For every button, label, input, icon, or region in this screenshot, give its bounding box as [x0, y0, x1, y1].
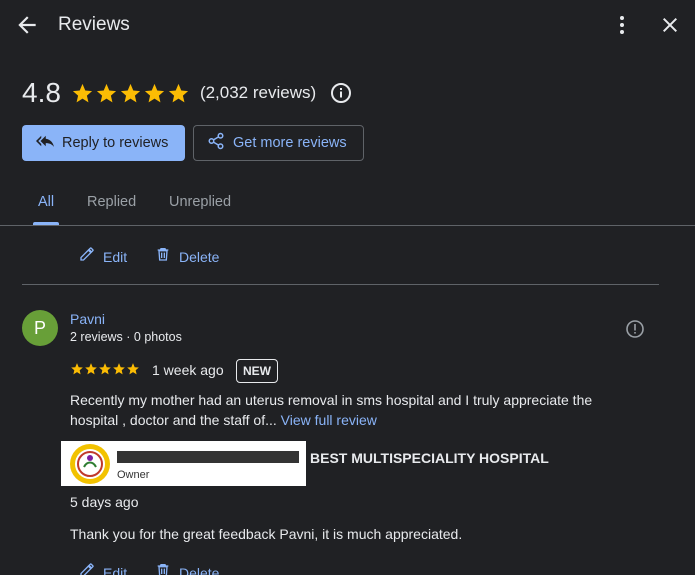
delete-label: Delete: [179, 564, 220, 575]
rating-summary: 4.8 (2,032 reviews): [22, 76, 352, 110]
avatar[interactable]: P: [22, 310, 58, 346]
reply-all-icon: [36, 132, 54, 155]
page-title: Reviews: [58, 14, 130, 35]
rating-stars: [71, 82, 190, 105]
redacted-business-name: [117, 451, 299, 463]
tab-unreplied[interactable]: Unreplied: [169, 194, 231, 210]
tab-all[interactable]: All: [38, 194, 54, 210]
review-divider: [22, 284, 659, 285]
review-count: (2,032 reviews): [199, 83, 317, 102]
edit-icon: [79, 562, 95, 575]
active-tab-indicator: [33, 222, 59, 225]
close-icon[interactable]: [658, 13, 682, 37]
average-rating: 4.8: [22, 77, 61, 108]
trash-icon: [155, 562, 171, 575]
star-icon: [168, 83, 189, 102]
star-icon: [72, 83, 93, 102]
share-icon: [207, 132, 225, 155]
star-icon: [120, 83, 141, 102]
delete-reply-button[interactable]: Delete: [155, 562, 219, 575]
star-icon: [96, 83, 117, 102]
star-icon: [144, 83, 165, 102]
star-icon: [71, 363, 83, 375]
edit-label: Edit: [103, 248, 128, 265]
info-icon[interactable]: [330, 82, 352, 104]
owner-business-name: BEST MULTISPECIALITY HOSPITAL: [310, 450, 549, 466]
view-full-review-link[interactable]: View full review: [281, 412, 377, 428]
more-vert-icon[interactable]: [612, 13, 632, 37]
top-bar: Reviews: [0, 0, 695, 50]
review-stars: [70, 362, 140, 376]
edit-reply-button[interactable]: Edit: [79, 246, 127, 267]
star-icon: [99, 363, 111, 375]
new-badge: NEW: [236, 359, 278, 383]
reviewer-name[interactable]: Pavni: [70, 311, 105, 327]
star-icon: [113, 363, 125, 375]
reviewer-meta: 2 reviews · 0 photos: [70, 330, 182, 344]
edit-reply-button[interactable]: Edit: [79, 562, 127, 575]
star-icon: [127, 363, 139, 375]
owner-reply-text: Thank you for the great feedback Pavni, …: [70, 526, 463, 542]
owner-reply-time: 5 days ago: [70, 494, 139, 510]
edit-icon: [79, 246, 95, 267]
edit-label: Edit: [103, 564, 128, 575]
review-list[interactable]: Edit Delete P Pavni 2 reviews · 0 photos…: [0, 226, 695, 575]
star-icon: [85, 363, 97, 375]
review-tabs: All Replied Unreplied: [0, 180, 695, 226]
back-arrow-icon[interactable]: [14, 12, 40, 38]
delete-reply-button[interactable]: Delete: [155, 246, 219, 267]
report-icon[interactable]: [625, 319, 645, 339]
tab-replied[interactable]: Replied: [87, 194, 136, 210]
trash-icon: [155, 246, 171, 267]
reply-to-reviews-label: Reply to reviews: [62, 135, 169, 151]
get-more-reviews-button[interactable]: Get more reviews: [193, 125, 364, 161]
owner-business-card: Owner: [61, 441, 306, 486]
owner-role: Owner: [117, 469, 150, 481]
review-time: 1 week ago: [152, 362, 224, 378]
get-more-reviews-label: Get more reviews: [233, 135, 347, 151]
reply-to-reviews-button[interactable]: Reply to reviews: [22, 125, 185, 161]
delete-label: Delete: [179, 248, 220, 265]
review-text: Recently my mother had an uterus removal…: [70, 390, 630, 430]
hospital-logo-icon: [69, 443, 111, 485]
